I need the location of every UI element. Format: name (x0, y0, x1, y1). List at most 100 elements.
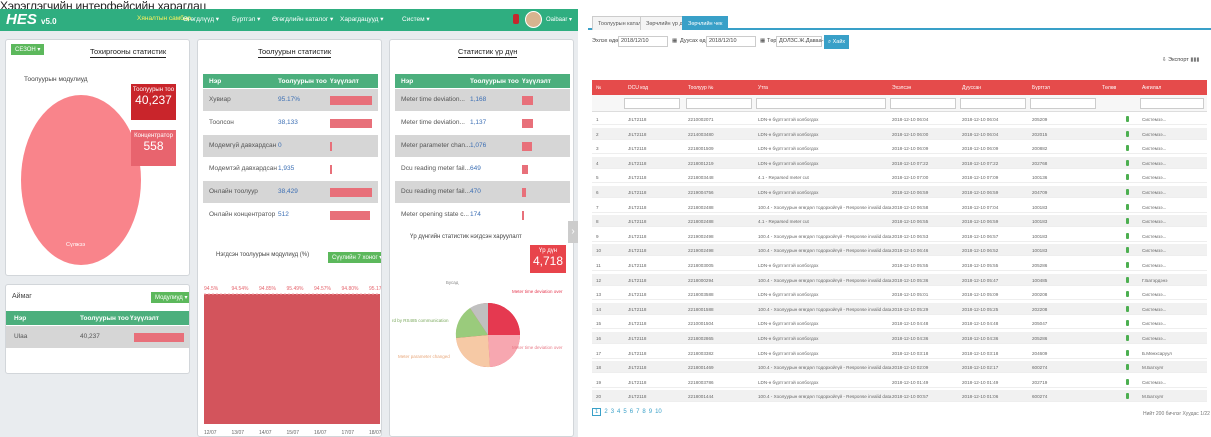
filter-input[interactable] (960, 98, 1026, 109)
page-link[interactable]: 6 (630, 409, 633, 415)
filter-input[interactable] (1140, 98, 1204, 109)
table-cell: 100.4 - Хоолуурын өгөгдөл тодорхойгүй - … (758, 277, 892, 283)
pagination: 1 2 3 4 5 6 7 8 9 10 (592, 408, 665, 416)
table-cell: Б.Мөнхсаруул (1142, 350, 1172, 356)
table-cell: 204709 (1032, 190, 1048, 195)
table-row[interactable]: 1 JILT2118 2210002071 LDN-н бүртгэлтэй холб… (592, 113, 1207, 125)
filter-input[interactable] (686, 98, 752, 109)
table-row[interactable]: 10 JILT2118 2219002498 100.4 - Хоолуурын өг… (592, 244, 1207, 257)
table-row[interactable]: 13 JILT2118 2218003588 LDN-н бүртгэлтэй хол… (592, 288, 1207, 301)
table-row[interactable]: 17 JILT2118 2218003382 LDN-н бүртгэлтэй хол… (592, 347, 1207, 359)
table-row[interactable]: 6 JILT2118 2219004756 LDN-н бүртгэлтэй холб… (592, 186, 1207, 198)
table-row[interactable]: 4 JILT2118 2218001219 LDN-н бүртгэлтэй холб… (592, 156, 1207, 169)
table-cell: JILT2118 (628, 379, 647, 385)
table-cell: 9 (596, 233, 599, 239)
page-link[interactable]: 2 (604, 409, 607, 415)
table-cell: 2218002488 (688, 219, 714, 225)
page-link[interactable]: 1 (592, 408, 602, 416)
table-row[interactable]: 18 JILT2118 2218001469 100.4 - Хоолуурын өг… (592, 361, 1207, 374)
nav-data[interactable]: Өгөгдлүүд ▾ (183, 15, 219, 23)
table-row[interactable]: 20 JILT2118 2218001444 100.4 - Хоолуурын өг… (592, 390, 1207, 403)
table-row[interactable]: 2 JILT2118 2214003480 LDN-н бүртгэлтэй холб… (592, 127, 1207, 140)
table-row[interactable]: 7 JILT2118 2218002488 100.4 - Хоолуурын өгө… (592, 201, 1207, 213)
user-menu[interactable]: Oaibaar ▾ (546, 16, 572, 23)
row-name: Meter opening state c... (401, 211, 469, 218)
filter-input[interactable] (756, 98, 886, 109)
table-cell: JILT2118 (628, 117, 647, 122)
table-row[interactable]: 12 JILT2118 2218000294 100.4 - Хоолуурын өг… (592, 273, 1207, 286)
export-icons[interactable]: ▮▮▮ (1190, 57, 1199, 63)
row-value: 512 (278, 211, 289, 218)
table-row[interactable]: 15 JILT2118 2210001504 LDN-н бүртгэлтэй хол… (592, 317, 1207, 330)
page-link[interactable]: 10 (655, 409, 662, 415)
table-cell: 600274 (1032, 394, 1048, 400)
page-link[interactable]: 4 (617, 409, 620, 415)
table-row: Meter time deviation... 1,168 (395, 89, 570, 111)
table-cell: 2210002071 (688, 117, 714, 122)
tab-violation-check[interactable]: Зөрчлийн чек (682, 16, 729, 30)
table-cell: LDN-н бүртгэлтэй холбогдох (758, 350, 819, 356)
start-date-input[interactable]: 2018/12/10 (618, 36, 668, 47)
type-select[interactable]: ДОЛЗС.Ж.Даваа-Шүр ▾ (776, 36, 839, 47)
table-cell: 19 (596, 379, 602, 385)
page-link[interactable]: 5 (623, 409, 626, 415)
table-cell: 2018-12-10 06:00 (892, 131, 929, 137)
table-cell: 205286 (1032, 263, 1048, 268)
value-bar (330, 96, 372, 105)
nav-catalog[interactable]: Өгөгдлийн каталог ▾ (272, 15, 333, 23)
row-name: Dcu reading meter fail... (401, 165, 471, 172)
page-link[interactable]: 8 (642, 409, 645, 415)
filter-input[interactable] (890, 98, 956, 109)
table-row[interactable]: 8 JILT2118 2218002488 4.1 - Reparsed meter … (592, 215, 1207, 228)
table-row[interactable]: 16 JILT2118 2218002865 LDN-н бүртгэлтэй хол… (592, 332, 1207, 344)
table-row[interactable]: 11 JILT2118 2218003005 LDN-н бүртгэлтэй хол… (592, 259, 1207, 271)
table-cell: 2018-12-10 02:09 (892, 365, 929, 371)
row-value: 649 (470, 165, 481, 172)
table-row: Dcu reading meter fail... 470 (395, 181, 570, 203)
page-link[interactable]: 7 (636, 409, 639, 415)
nav-system[interactable]: Систем ▾ (402, 15, 430, 23)
page-link[interactable]: 3 (611, 409, 614, 415)
chart-title: Үр дүнгийн статистик нэгдсэн харуулалт (410, 234, 522, 240)
scroll-right-icon[interactable]: › (568, 221, 578, 243)
filter-input[interactable] (624, 98, 680, 109)
end-date-input[interactable]: 2018/12/10 (706, 36, 756, 47)
x-tick-label: 12/07 (204, 430, 217, 436)
pagination-info: Нийт 200 бичлэг Хуудас 1/22 (1143, 411, 1210, 417)
search-button[interactable]: ⌕ Хайх (824, 35, 850, 49)
table-cell: 2018-12-10 06:46 (892, 248, 929, 254)
app-logo[interactable]: HES v5.0 (6, 11, 57, 28)
modules-dropdown[interactable]: Модулиуд ▾ (151, 292, 189, 303)
row-name: Meter time deviation... (401, 119, 465, 126)
table-row[interactable]: 19 JILT2118 2218003786 LDN-н бүртгэлтэй хол… (592, 376, 1207, 388)
table-cell: 2018-12-10 06:59 (962, 190, 999, 195)
table-cell: Системээ... (1142, 204, 1167, 210)
table-cell: 2214003480 (688, 131, 714, 137)
value-bar (522, 165, 529, 174)
table-cell: 8 (596, 219, 599, 225)
table-cell: JILT2118 (628, 146, 647, 152)
nav-views[interactable]: Харагдацууд ▾ (340, 15, 384, 23)
page-link[interactable]: 9 (649, 409, 652, 415)
filter-input[interactable] (1030, 98, 1096, 109)
table-row[interactable]: 3 JILT2118 2218001509 LDN-н бүртгэлтэй холб… (592, 142, 1207, 155)
pie-label: Meter time deviation over (512, 345, 563, 350)
table-cell: 2219002498 (688, 233, 714, 239)
calendar-icon[interactable]: ▦ (760, 38, 765, 44)
table-cell: Системээ... (1142, 292, 1167, 298)
nav-register[interactable]: Бүртгэл ▾ (232, 15, 260, 23)
export-button[interactable]: ⇩ Экспорт ▮▮▮ (1162, 57, 1199, 63)
alert-icon[interactable] (513, 14, 519, 24)
table-header: Нэр Тоолуурын тоо Үзүүлэлт (203, 74, 378, 88)
table-cell: 13 (596, 292, 602, 298)
result-pie (455, 302, 521, 368)
period-dropdown[interactable]: Сүүлийн 7 хоног ▾ (328, 252, 381, 263)
status-icon (1126, 116, 1129, 122)
table-cell: 2218001588 (688, 306, 714, 312)
calendar-icon[interactable]: ▦ (672, 38, 677, 44)
table-row[interactable]: 9 JILT2118 2219002498 100.4 - Хоолуурын өгө… (592, 230, 1207, 242)
table-cell: 2018-12-10 07:00 (892, 175, 929, 181)
table-row[interactable]: 14 JILT2118 2218001588 100.4 - Хоолуурын өг… (592, 302, 1207, 315)
avatar[interactable] (525, 11, 542, 28)
table-row[interactable]: 5 JILT2118 2218003448 4.1 - Reparsed meter … (592, 171, 1207, 184)
